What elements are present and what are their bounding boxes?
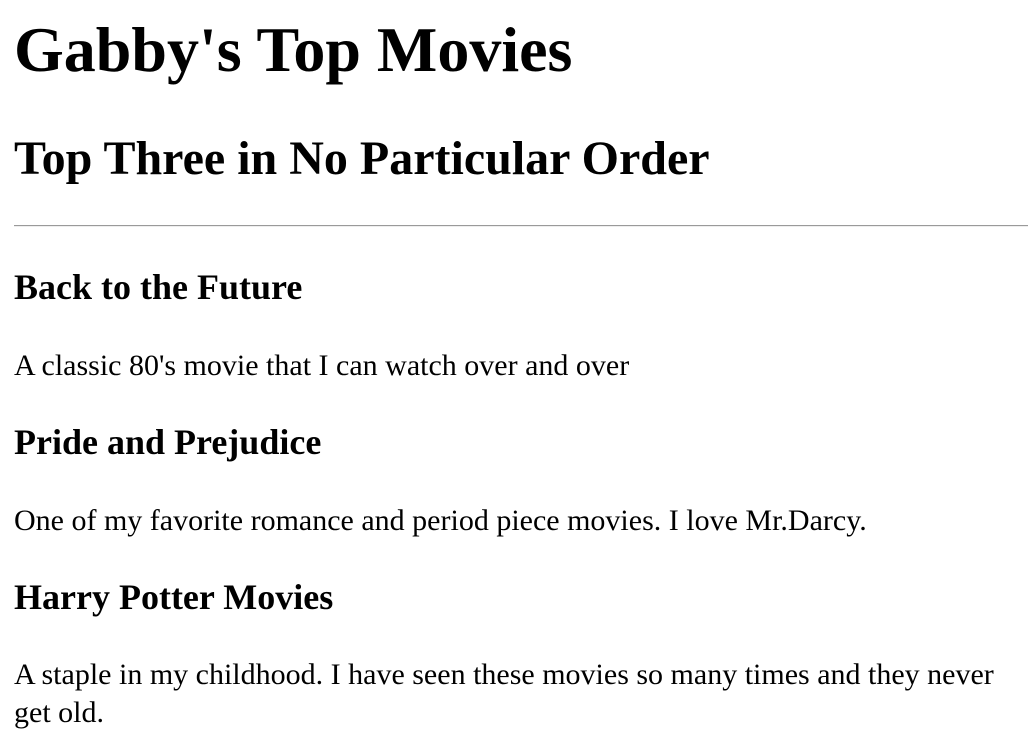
- movie-description-pride-and-prejudice: One of my favorite romance and period pi…: [14, 504, 867, 537]
- page-title: Gabby's Top Movies: [14, 14, 573, 85]
- movie-title-harry-potter-movies: Harry Potter Movies: [14, 577, 334, 617]
- horizontal-divider: [14, 225, 1028, 227]
- movie-title-back-to-the-future: Back to the Future: [14, 267, 303, 307]
- movie-description-harry-potter-movies: A staple in my childhood. I have seen th…: [14, 658, 994, 729]
- page: Gabby's Top Movies Top Three in No Parti…: [0, 0, 1028, 744]
- page-subtitle: Top Three in No Particular Order: [14, 132, 710, 185]
- movie-description-back-to-the-future: A classic 80's movie that I can watch ov…: [14, 349, 630, 382]
- movie-title-pride-and-prejudice: Pride and Prejudice: [14, 422, 322, 462]
